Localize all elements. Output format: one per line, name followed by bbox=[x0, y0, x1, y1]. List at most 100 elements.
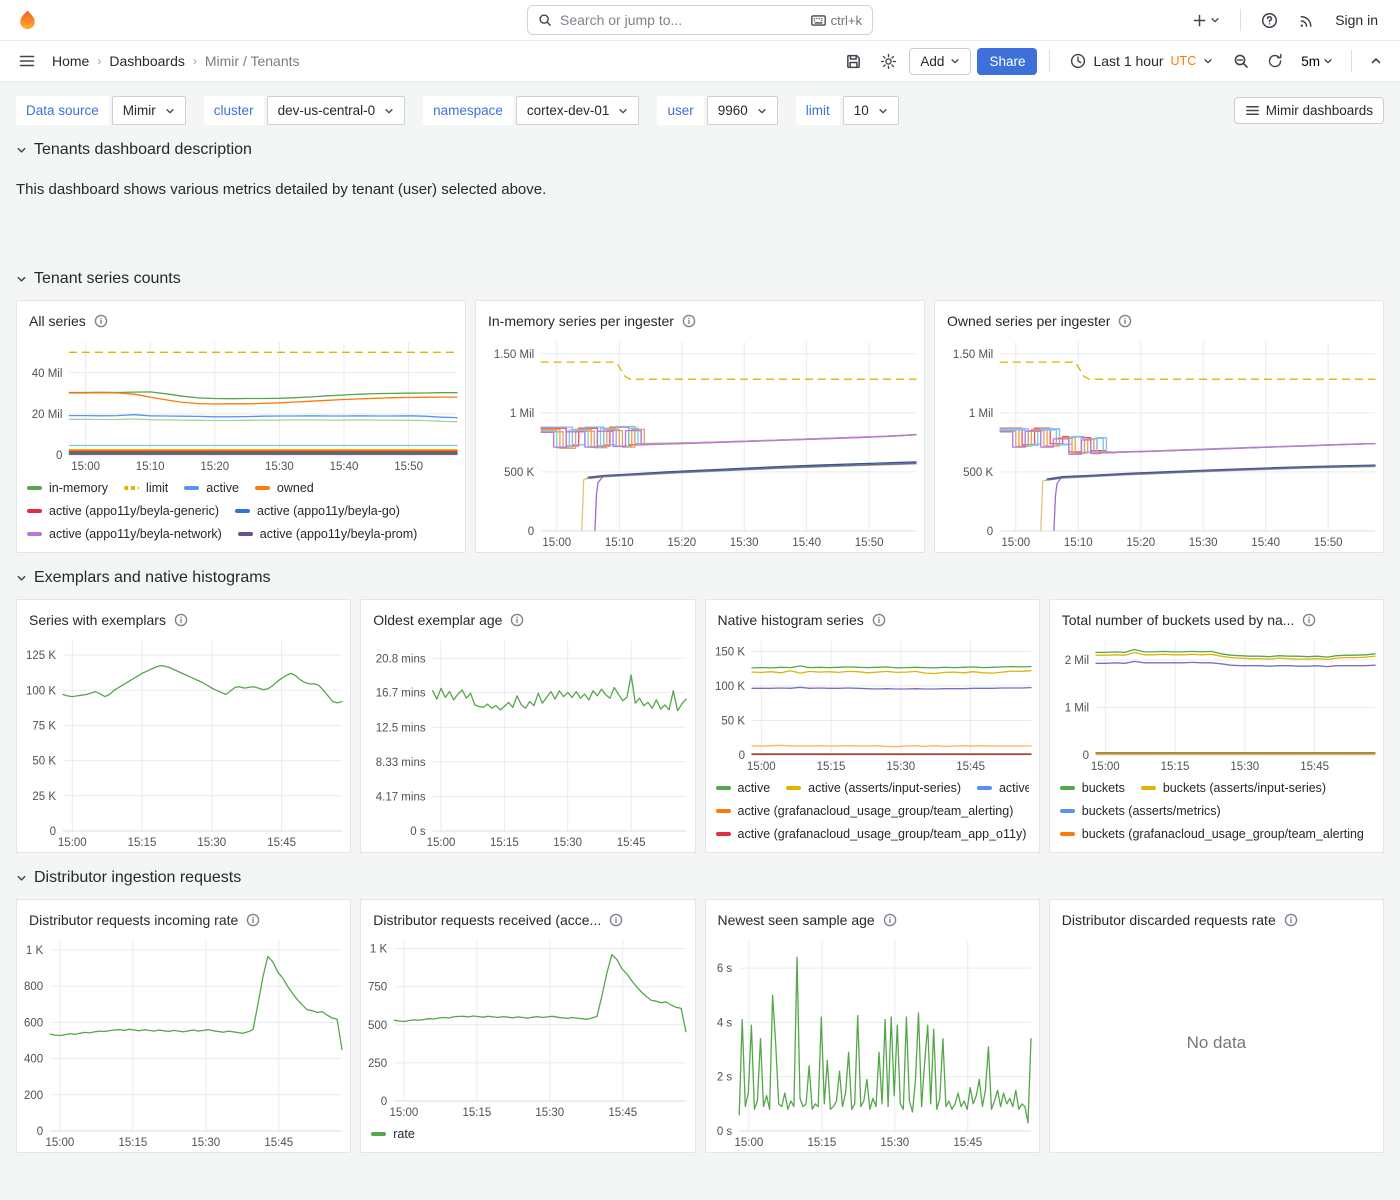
refresh-button[interactable] bbox=[1261, 47, 1289, 75]
panel-info-icon[interactable] bbox=[94, 314, 108, 328]
legend-item[interactable]: active (appo11y/beyla-network) bbox=[27, 527, 222, 541]
collapse-toolbar-button[interactable] bbox=[1364, 49, 1388, 73]
time-series-chart[interactable]: 15:0015:1515:3015:450 s4.17 mins8.33 min… bbox=[361, 633, 694, 852]
news-button[interactable] bbox=[1292, 6, 1321, 35]
chart-canvas[interactable]: 15:0015:1515:3015:4501 Mil2 Mil bbox=[1050, 633, 1383, 776]
legend-item[interactable]: active (grafanacloud_usage_group/team_ap… bbox=[716, 827, 1027, 841]
variable-value: 9960 bbox=[718, 103, 748, 118]
panel-info-icon[interactable] bbox=[1284, 913, 1298, 927]
variable-value-dropdown[interactable]: 9960 bbox=[707, 96, 778, 125]
panel-owned-series-per-ingester: Owned series per ingester 15:0015:1015:2… bbox=[934, 300, 1384, 553]
rss-icon bbox=[1298, 12, 1315, 29]
panel-info-icon[interactable] bbox=[682, 314, 696, 328]
save-dashboard-button[interactable] bbox=[839, 47, 868, 76]
legend-item[interactable]: active (asserts/metrics) bbox=[977, 781, 1029, 795]
chart-canvas[interactable]: 15:0015:1015:2015:3015:4015:500500 K1 Mi… bbox=[935, 334, 1383, 552]
chart-canvas[interactable]: 15:0015:1515:3015:45025 K50 K75 K100 K12… bbox=[17, 633, 350, 852]
chart-canvas[interactable]: 15:0015:1515:3015:45050 K100 K150 K bbox=[706, 633, 1039, 776]
legend-label: active (asserts/metrics) bbox=[999, 781, 1029, 795]
legend-item[interactable]: buckets (grafanacloud_usage_group/team_a… bbox=[1060, 827, 1364, 841]
breadcrumb-current: Mimir / Tenants bbox=[205, 53, 300, 69]
variable-value-dropdown[interactable]: dev-us-central-0 bbox=[267, 96, 406, 125]
legend-item[interactable]: active (appo11y/beyla-prom) bbox=[238, 527, 417, 541]
row-header[interactable]: Tenant series counts bbox=[16, 270, 1384, 288]
panel-title[interactable]: Newest seen sample age bbox=[718, 912, 875, 928]
panel-info-icon[interactable] bbox=[174, 613, 188, 627]
legend-item[interactable]: limit bbox=[124, 481, 168, 495]
panel-info-icon[interactable] bbox=[883, 913, 897, 927]
panel-title[interactable]: Total number of buckets used by na... bbox=[1062, 612, 1295, 628]
panel-info-icon[interactable] bbox=[1302, 613, 1316, 627]
help-button[interactable] bbox=[1255, 6, 1284, 35]
variable-value-dropdown[interactable]: 10 bbox=[843, 96, 899, 125]
legend-item[interactable]: buckets (asserts/input-series) bbox=[1141, 781, 1326, 795]
dashboard-settings-button[interactable] bbox=[874, 47, 903, 76]
panel-row: Series with exemplars 15:0015:1515:3015:… bbox=[16, 599, 1384, 853]
add-new-button[interactable] bbox=[1186, 7, 1226, 34]
chart-canvas[interactable]: 15:0015:1015:2015:3015:4015:50020 Mil40 … bbox=[17, 334, 465, 476]
breadcrumb-dashboards[interactable]: Dashboards bbox=[109, 53, 185, 69]
legend-item[interactable]: active (appo11y/beyla-go) bbox=[235, 504, 400, 518]
panel-title[interactable]: Series with exemplars bbox=[29, 612, 166, 628]
time-series-chart[interactable]: 15:0015:1515:3015:45050 K100 K150 K bbox=[706, 633, 1039, 776]
chart-canvas[interactable]: 15:0015:1515:3015:450 s4.17 mins8.33 min… bbox=[361, 633, 694, 852]
time-series-chart[interactable]: 15:0015:1515:3015:450 s2 s4 s6 s bbox=[706, 933, 1039, 1152]
panel-title[interactable]: Native histogram series bbox=[718, 612, 864, 628]
legend-item[interactable]: active (grafanacloud_usage_group/team_al… bbox=[716, 804, 1014, 818]
mega-menu-button[interactable] bbox=[12, 46, 42, 76]
legend-item[interactable]: owned bbox=[255, 481, 314, 495]
time-series-chart[interactable]: 15:0015:1515:3015:45025 K50 K75 K100 K12… bbox=[17, 633, 350, 852]
variable-value-dropdown[interactable]: cortex-dev-01 bbox=[516, 96, 640, 125]
grafana-logo[interactable] bbox=[16, 9, 39, 32]
chevron-down-icon bbox=[1203, 56, 1213, 66]
panel-title[interactable]: All series bbox=[29, 313, 86, 329]
legend-item[interactable]: buckets bbox=[1060, 781, 1125, 795]
legend-item[interactable]: active bbox=[184, 481, 239, 495]
svg-text:15:00: 15:00 bbox=[1001, 537, 1030, 549]
row-header[interactable]: Distributor ingestion requests bbox=[16, 869, 1384, 887]
refresh-interval-picker[interactable]: 5m bbox=[1295, 48, 1339, 75]
legend-item[interactable]: active (appo11y/beyla-generic) bbox=[27, 504, 219, 518]
add-panel-button[interactable]: Add bbox=[909, 48, 971, 75]
panel-title[interactable]: Distributor requests incoming rate bbox=[29, 912, 238, 928]
panel-title[interactable]: Owned series per ingester bbox=[947, 313, 1110, 329]
variable-label: Data source bbox=[16, 96, 109, 125]
legend-item[interactable]: in-memory bbox=[27, 481, 108, 495]
zoom-out-time-button[interactable] bbox=[1227, 47, 1255, 75]
time-series-chart[interactable]: No data bbox=[1050, 933, 1383, 1152]
legend-item[interactable]: buckets (asserts/metrics) bbox=[1060, 804, 1221, 818]
legend-item[interactable]: active bbox=[716, 781, 771, 795]
chart-canvas[interactable]: 15:0015:1515:3015:4502505007501 K bbox=[361, 933, 694, 1122]
panel-title[interactable]: Distributor discarded requests rate bbox=[1062, 912, 1276, 928]
time-series-chart[interactable]: 15:0015:1515:3015:4502505007501 K bbox=[361, 933, 694, 1122]
time-series-chart[interactable]: 15:0015:1015:2015:3015:4015:500500 K1 Mi… bbox=[476, 334, 924, 552]
chart-canvas[interactable]: 15:0015:1015:2015:3015:4015:500500 K1 Mi… bbox=[476, 334, 924, 552]
search-input[interactable]: Search or jump to... ctrl+k bbox=[527, 5, 873, 35]
panel-info-icon[interactable] bbox=[1118, 314, 1132, 328]
legend-item[interactable]: rate bbox=[371, 1127, 415, 1141]
variable-value-dropdown[interactable]: Mimir bbox=[112, 96, 186, 125]
panel-title[interactable]: Oldest exemplar age bbox=[373, 612, 502, 628]
chart-canvas[interactable]: 15:0015:1515:3015:4502004006008001 K bbox=[17, 933, 350, 1152]
panel-title[interactable]: In-memory series per ingester bbox=[488, 313, 674, 329]
mimir-dashboards-button[interactable]: Mimir dashboards bbox=[1234, 97, 1384, 124]
svg-text:0: 0 bbox=[1082, 750, 1088, 762]
share-button[interactable]: Share bbox=[977, 48, 1037, 75]
time-series-chart[interactable]: 15:0015:1515:3015:4502004006008001 K bbox=[17, 933, 350, 1152]
panel-info-icon[interactable] bbox=[872, 613, 886, 627]
panel-info-icon[interactable] bbox=[510, 613, 524, 627]
legend-item[interactable]: active (asserts/input-series) bbox=[786, 781, 961, 795]
row-header[interactable]: Exemplars and native histograms bbox=[16, 569, 1384, 587]
time-series-chart[interactable]: 15:0015:1015:2015:3015:4015:50020 Mil40 … bbox=[17, 334, 465, 476]
panel-title[interactable]: Distributor requests received (acce... bbox=[373, 912, 601, 928]
time-series-chart[interactable]: 15:0015:1015:2015:3015:4015:500500 K1 Mi… bbox=[935, 334, 1383, 552]
breadcrumb-home[interactable]: Home bbox=[52, 53, 89, 69]
time-range-picker[interactable]: Last 1 hour UTC bbox=[1062, 48, 1221, 74]
row-header[interactable]: Tenants dashboard description bbox=[16, 141, 1384, 159]
panel-info-icon[interactable] bbox=[609, 913, 623, 927]
panel-info-icon[interactable] bbox=[246, 913, 260, 927]
time-series-chart[interactable]: 15:0015:1515:3015:4501 Mil2 Mil bbox=[1050, 633, 1383, 776]
sign-in-link[interactable]: Sign in bbox=[1329, 8, 1384, 32]
chevron-down-icon bbox=[1323, 56, 1333, 66]
chart-canvas[interactable]: 15:0015:1515:3015:450 s2 s4 s6 s bbox=[706, 933, 1039, 1152]
